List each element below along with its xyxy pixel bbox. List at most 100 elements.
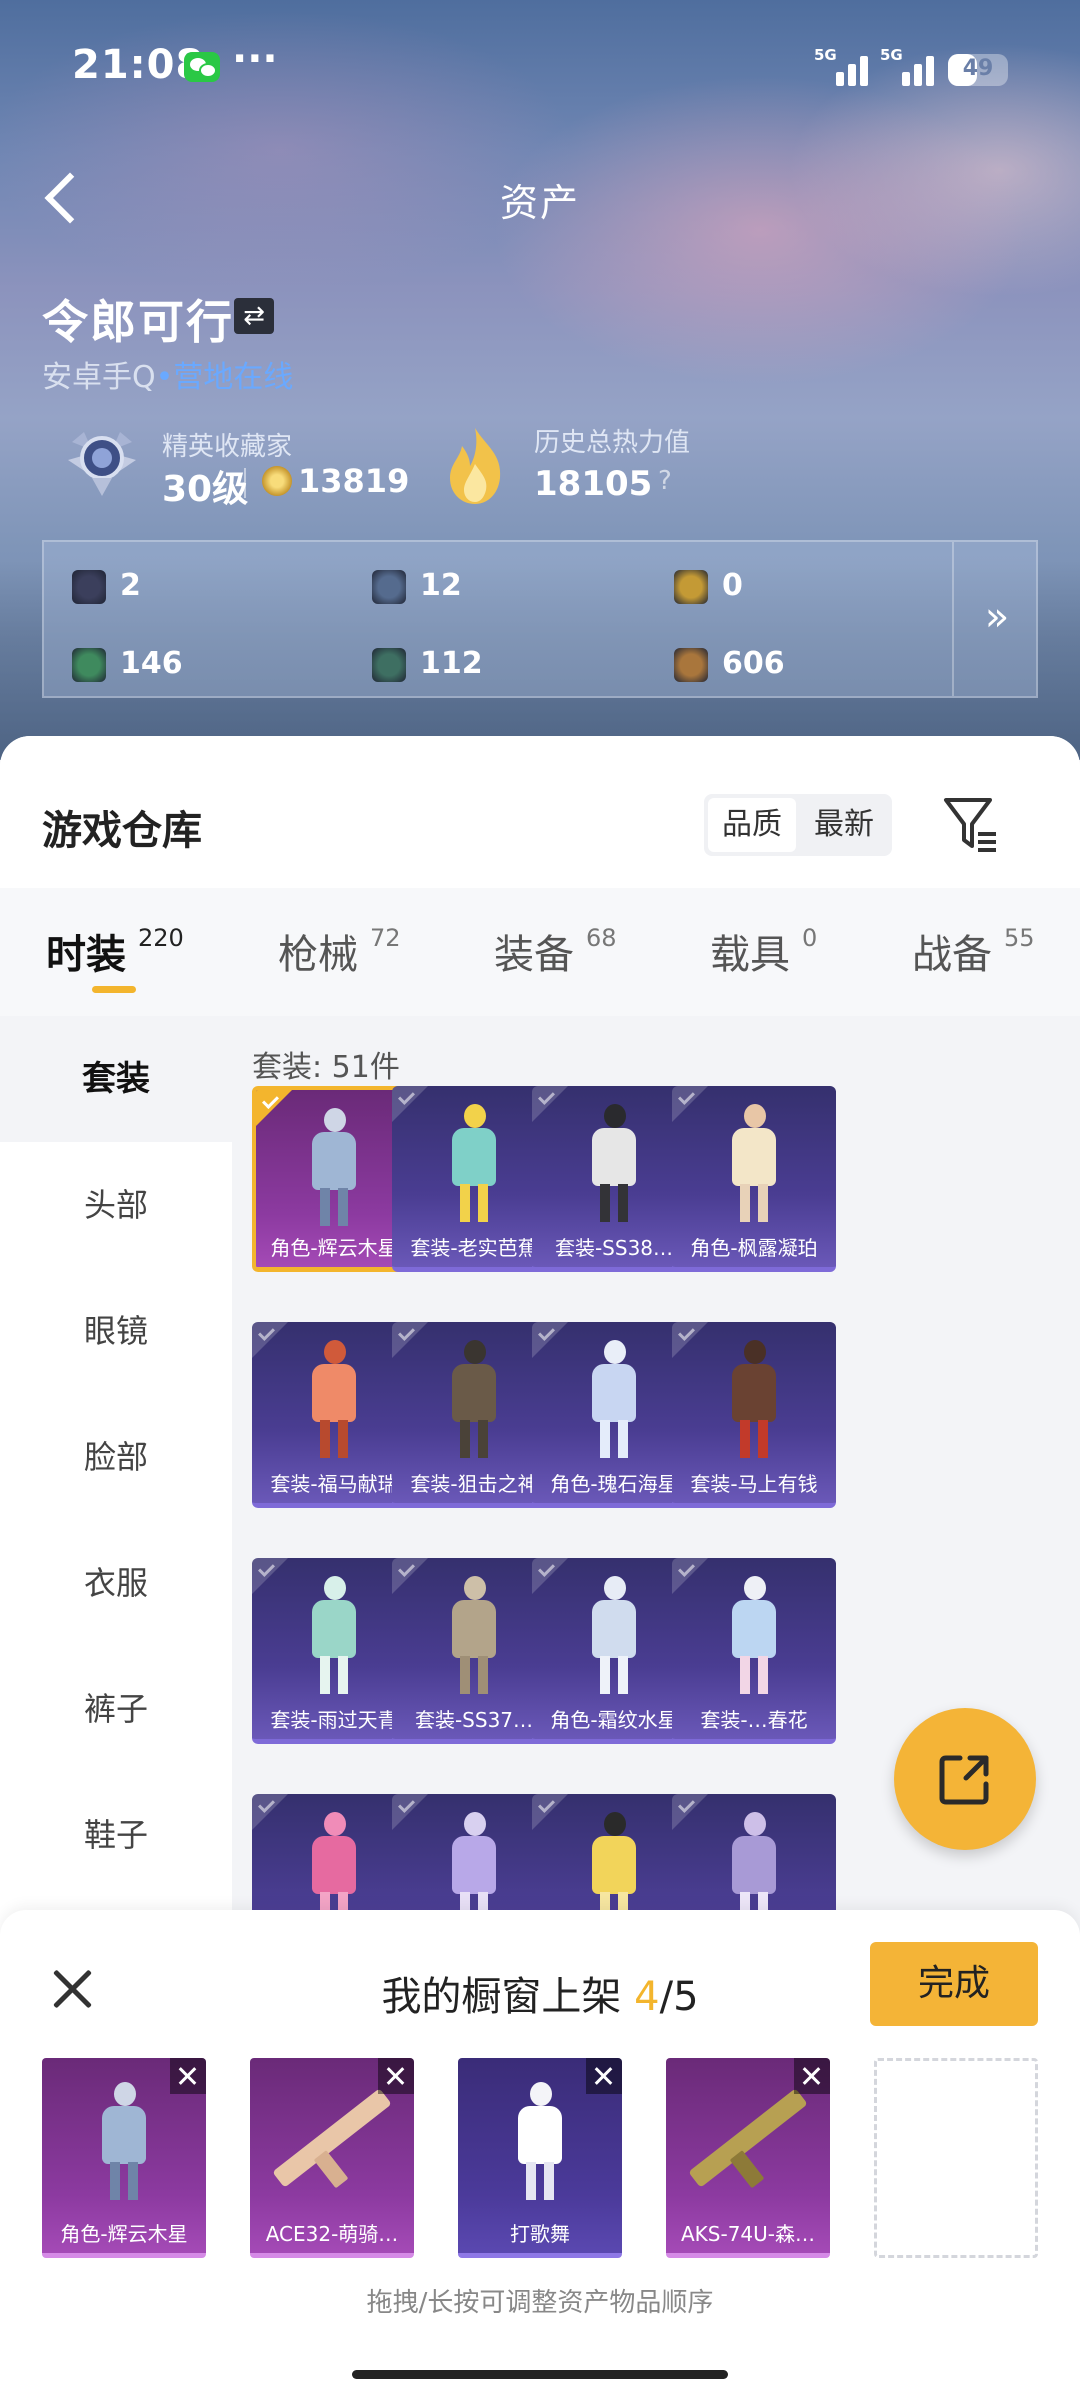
showcase-current: 4 — [634, 1974, 660, 2020]
grid-count: 套装: 51件 — [252, 1050, 400, 1085]
switch-account-icon[interactable]: ⇄ — [234, 298, 274, 334]
outfit-figure — [444, 1576, 504, 1694]
outfit-figure — [584, 1340, 644, 1458]
bronze-coin-icon — [674, 648, 708, 682]
page-title: 资产 — [499, 181, 580, 225]
showcase-item[interactable]: 打歌舞 — [458, 2058, 622, 2258]
share-fab[interactable] — [894, 1708, 1036, 1850]
done-button[interactable]: 完成 — [870, 1942, 1038, 2026]
showcase-item-label: 角色-辉云木星 — [60, 2222, 188, 2246]
tab-supplies[interactable]: 战备 55 — [912, 888, 1062, 1016]
sidebar-item-shoes[interactable]: 鞋子 — [0, 1772, 232, 1898]
checkmark-icon — [672, 1794, 712, 1834]
tab-active-indicator — [92, 986, 136, 993]
checkmark-icon — [252, 1558, 292, 1598]
filter-icon[interactable] — [942, 794, 998, 854]
asset-summary-panel: 2 12 0 146 112 606 » — [42, 540, 1038, 698]
warehouse-title: 游戏仓库 — [42, 808, 202, 854]
battery-icon: 49 — [948, 54, 1008, 86]
more-dots-icon: ··· — [232, 36, 278, 82]
tab-count: 68 — [586, 924, 617, 952]
outfit-figure — [724, 1104, 784, 1222]
warehouse-header: 游戏仓库 品质 最新 — [0, 736, 1080, 888]
asset-value: 112 — [420, 646, 483, 681]
showcase-item[interactable]: AKS-74U-森… — [666, 2058, 830, 2258]
tab-label: 装备 — [494, 932, 574, 978]
green-card-icon — [72, 648, 106, 682]
grid-item-label: 角色-辉云木星 — [270, 1236, 398, 1260]
showcase-panel: 我的橱窗上架 4/5 完成 角色-辉云木星 ACE32-萌骑… 打歌舞 AKS-74U… — [0, 1910, 1080, 2400]
showcase-empty-slot[interactable] — [874, 2058, 1038, 2258]
green-orb-icon — [372, 648, 406, 682]
tab-guns[interactable]: 枪械 72 — [278, 888, 418, 1016]
grid-item-card[interactable]: 套装-马上有钱 — [672, 1322, 836, 1508]
help-icon[interactable]: ? — [658, 466, 672, 496]
tab-outfits[interactable]: 时装 220 — [46, 888, 196, 1016]
sidebar-item-face[interactable]: 脸部 — [0, 1394, 232, 1520]
outfit-figure — [724, 1576, 784, 1694]
remove-icon[interactable] — [170, 2058, 206, 2094]
asset-item-token[interactable]: 12 — [372, 562, 632, 612]
showcase-hint: 拖拽/长按可调整资产物品顺序 — [366, 2288, 714, 2318]
checkmark-icon — [532, 1794, 572, 1834]
showcase-separator: / — [659, 1974, 674, 2020]
sort-toggle: 品质 最新 — [704, 794, 892, 856]
asset-item-orb[interactable]: 112 — [372, 640, 632, 690]
showcase-item[interactable]: 角色-辉云木星 — [42, 2058, 206, 2258]
tab-vehicles[interactable]: 载具 0 — [710, 888, 830, 1016]
remove-icon[interactable] — [586, 2058, 622, 2094]
outfit-figure — [304, 1576, 364, 1694]
home-indicator — [352, 2370, 728, 2379]
tab-count: 220 — [138, 924, 184, 952]
rank-level: 30级 — [162, 469, 249, 510]
tab-label: 载具 — [710, 932, 790, 978]
grid-item-card[interactable]: 套装-…春花 — [672, 1558, 836, 1744]
tab-label: 枪械 — [278, 932, 358, 978]
gold-coin-icon — [674, 570, 708, 604]
remove-icon[interactable] — [794, 2058, 830, 2094]
checkmark-icon — [392, 1558, 432, 1598]
user-name: 令郎可行 — [42, 295, 234, 349]
grid-item-card[interactable]: 角色-枫露凝珀 — [672, 1086, 836, 1272]
tab-label: 战备 — [912, 932, 992, 978]
wechat-icon — [184, 52, 220, 82]
platform-label: 安卓手Q — [42, 360, 156, 395]
showcase-item[interactable]: ACE32-萌骑… — [250, 2058, 414, 2258]
tab-equipment[interactable]: 装备 68 — [494, 888, 634, 1016]
sidebar-item-glasses[interactable]: 眼镜 — [0, 1268, 232, 1394]
user-status-line: 安卓手Q•营地在线 — [42, 352, 293, 396]
sidebar-item-suits[interactable]: 套装 — [0, 1016, 232, 1142]
grid-item-label: 套装-马上有钱 — [690, 1472, 818, 1496]
asset-item-bronze[interactable]: 606 — [674, 640, 934, 690]
heat-value: 18105 — [534, 464, 653, 504]
outfit-figure — [444, 1340, 504, 1458]
sidebar-item-clothes[interactable]: 衣服 — [0, 1520, 232, 1646]
showcase-item-label: AKS-74U-森… — [680, 2222, 815, 2246]
asset-more-icon[interactable]: » — [952, 542, 1040, 696]
grid-item-label: 角色-枫露凝珀 — [690, 1236, 818, 1260]
sidebar-item-head[interactable]: 头部 — [0, 1142, 232, 1268]
sort-newest[interactable]: 最新 — [800, 798, 888, 852]
checkmark-icon — [532, 1086, 572, 1126]
asset-item-gold[interactable]: 0 — [674, 562, 934, 612]
asset-value: 146 — [120, 646, 183, 681]
outfit-figure — [444, 1104, 504, 1222]
checkmark-icon — [672, 1322, 712, 1362]
checkmark-icon — [532, 1322, 572, 1362]
grid-item-label: 套装-…春花 — [700, 1708, 808, 1732]
asset-item-card[interactable]: 2 — [72, 562, 332, 612]
sort-quality[interactable]: 品质 — [708, 798, 796, 852]
rifle-icon — [272, 2088, 392, 2188]
asset-value: 2 — [120, 568, 141, 603]
asset-value: 0 — [722, 568, 743, 603]
remove-icon[interactable] — [378, 2058, 414, 2094]
showcase-item-label: ACE32-萌骑… — [265, 2222, 399, 2246]
checkmark-icon — [672, 1086, 712, 1126]
outfit-figure — [94, 2082, 154, 2200]
rank-divider — [244, 468, 246, 498]
tab-count: 0 — [802, 924, 818, 952]
checkmark-icon — [392, 1086, 432, 1126]
outfit-figure — [510, 2082, 570, 2200]
sidebar-item-pants[interactable]: 裤子 — [0, 1646, 232, 1772]
asset-item-green-card[interactable]: 146 — [72, 640, 332, 690]
